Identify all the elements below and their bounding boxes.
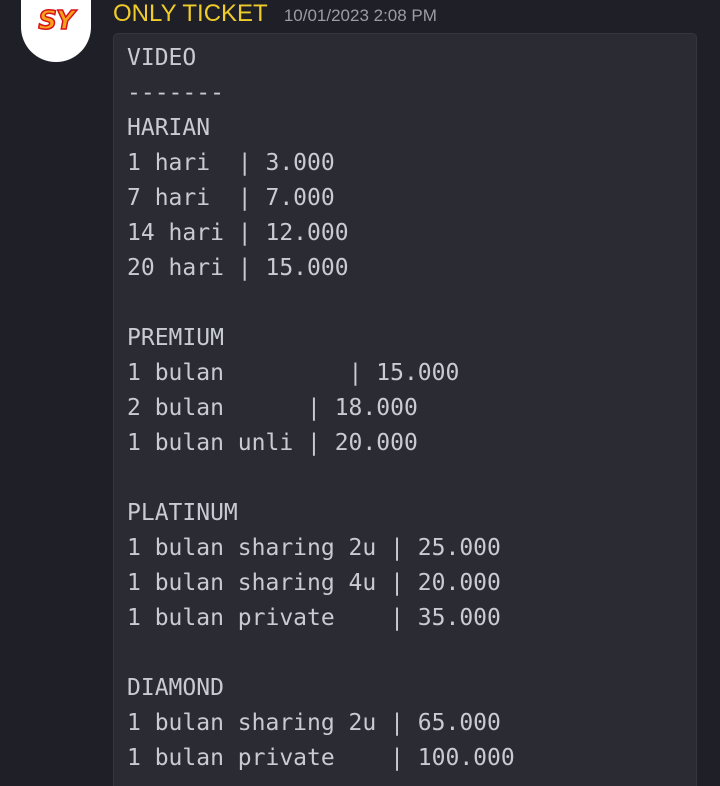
code-line: HARIAN <box>127 115 211 141</box>
avatar-logo-text: SY <box>37 5 75 37</box>
code-line: 1 bulan | 15.000 <box>127 360 460 386</box>
code-line: 14 hari | 12.000 <box>127 220 349 246</box>
code-line: PLATINUM <box>127 500 238 526</box>
code-line: 2 bulan | 18.000 <box>127 395 418 421</box>
chat-message: SY ONLY TICKET 10/01/2023 2:08 PM VIDEO -… <box>0 0 720 786</box>
code-line: 1 bulan sharing 4u | 20.000 <box>127 570 501 596</box>
avatar[interactable]: SY <box>21 0 91 62</box>
code-line: PREMIUM <box>127 325 224 351</box>
code-line: DIAMOND <box>127 675 224 701</box>
code-line: VIDEO <box>127 45 197 71</box>
code-line: ------- <box>127 80 224 106</box>
author-name[interactable]: ONLY TICKET <box>113 0 268 28</box>
code-line: 1 bulan private | 35.000 <box>127 605 501 631</box>
code-line: 20 hari | 15.000 <box>127 255 349 281</box>
code-line: 1 hari | 3.000 <box>127 150 335 176</box>
code-line: 1 bulan private | 100.000 <box>127 745 515 771</box>
message-timestamp: 10/01/2023 2:08 PM <box>283 6 437 25</box>
code-block: VIDEO ------- HARIAN 1 hari | 3.000 7 hari |… <box>113 33 697 786</box>
code-line: 1 bulan sharing 2u | 65.000 <box>127 710 501 736</box>
code-line: 1 bulan unli | 20.000 <box>127 430 418 456</box>
message-header: ONLY TICKET 10/01/2023 2:08 PM <box>113 0 437 30</box>
code-line: 7 hari | 7.000 <box>127 185 335 211</box>
code-content: VIDEO ------- HARIAN 1 hari | 3.000 7 hari |… <box>127 41 515 776</box>
code-line: 1 bulan sharing 2u | 25.000 <box>127 535 501 561</box>
